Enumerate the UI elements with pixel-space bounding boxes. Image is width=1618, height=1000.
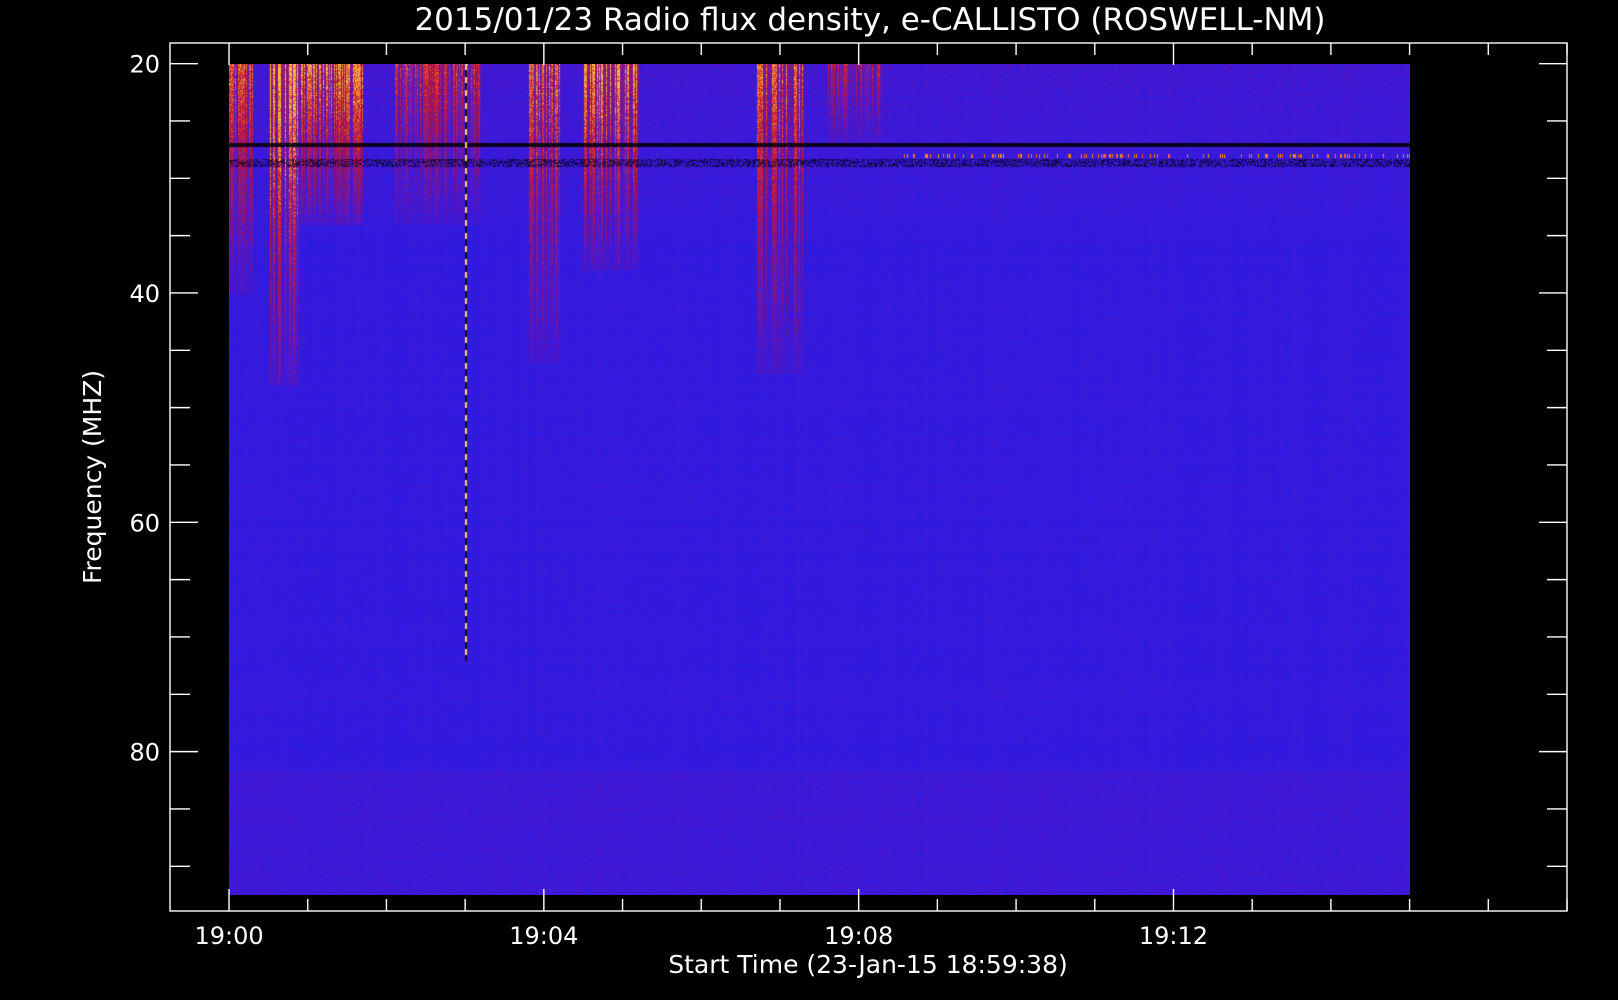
chart-title: 2015/01/23 Radio flux density, e-CALLIST… — [414, 2, 1325, 38]
y-axis-title: Frequency (MHZ) — [78, 370, 107, 584]
x-tick-label: 19:08 — [824, 922, 893, 950]
y-tick-label: 40 — [129, 280, 160, 308]
x-tick-label: 19:00 — [194, 922, 263, 950]
x-tick-label: 19:12 — [1139, 922, 1208, 950]
plot-area — [229, 64, 1410, 895]
y-tick-label: 60 — [129, 509, 160, 537]
y-tick-label: 20 — [129, 51, 160, 79]
spectrogram-image — [229, 64, 1410, 895]
spectrogram-figure: 2015/01/23 Radio flux density, e-CALLIST… — [0, 0, 1618, 1000]
x-tick-label: 19:04 — [509, 922, 578, 950]
x-axis-title: Start Time (23-Jan-15 18:59:38) — [668, 950, 1067, 979]
y-tick-label: 80 — [129, 739, 160, 767]
